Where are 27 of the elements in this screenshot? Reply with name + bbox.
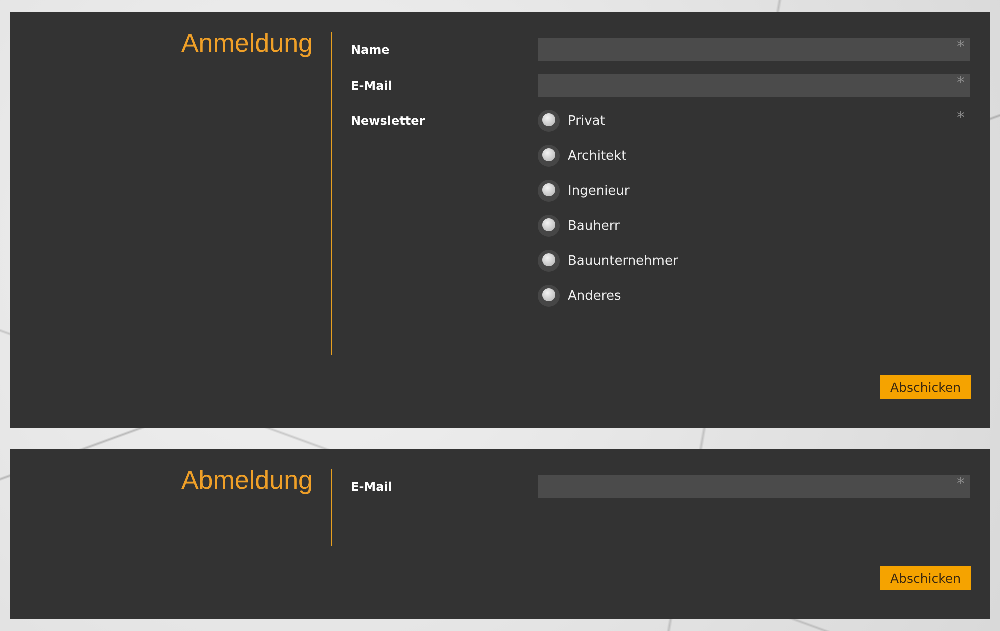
option-label[interactable]: Architekt bbox=[568, 146, 627, 166]
submit-button[interactable]: Abschicken bbox=[880, 375, 971, 399]
submit-button[interactable]: Abschicken bbox=[880, 566, 971, 590]
form-title: Anmeldung bbox=[181, 32, 313, 58]
option-label[interactable]: Bauherr bbox=[568, 216, 620, 236]
field-label: E-Mail bbox=[351, 478, 392, 496]
input-field[interactable] bbox=[538, 38, 970, 61]
radio-button[interactable] bbox=[538, 180, 560, 202]
required-mark: * bbox=[957, 476, 965, 492]
option-label[interactable]: Anderes bbox=[568, 286, 622, 306]
required-mark: * bbox=[957, 110, 965, 126]
option-label[interactable]: Ingenieur bbox=[568, 181, 630, 201]
radio-button[interactable] bbox=[538, 110, 560, 132]
input-field[interactable] bbox=[538, 475, 970, 498]
form-title: Abmeldung bbox=[181, 469, 313, 495]
radio-button[interactable] bbox=[538, 250, 560, 272]
field-label: Newsletter bbox=[351, 113, 426, 130]
radio-button[interactable] bbox=[538, 285, 560, 307]
required-mark: * bbox=[957, 75, 965, 91]
option-label[interactable]: Bauunternehmer bbox=[568, 251, 678, 271]
radio-button[interactable] bbox=[538, 145, 560, 167]
input-field[interactable] bbox=[538, 74, 970, 97]
option-label[interactable]: Privat bbox=[568, 111, 606, 131]
required-mark: * bbox=[957, 39, 965, 55]
radio-button[interactable] bbox=[538, 215, 560, 237]
field-label: E-Mail bbox=[351, 78, 392, 94]
field-label: Name bbox=[351, 42, 390, 58]
